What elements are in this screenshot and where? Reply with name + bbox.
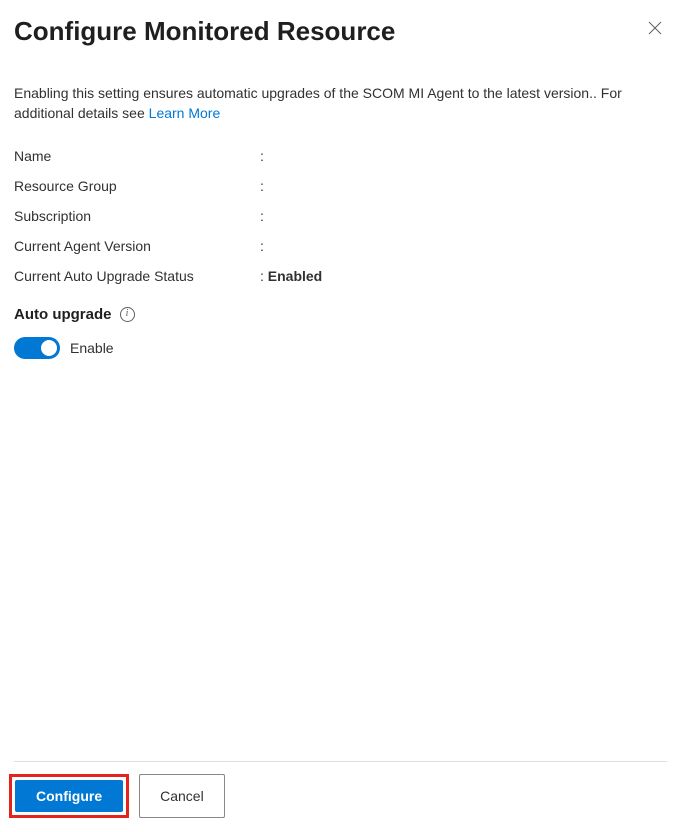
- field-label: Name: [14, 148, 260, 164]
- description-text: Enabling this setting ensures automatic …: [14, 85, 622, 121]
- field-value: :: [260, 238, 264, 254]
- field-name: Name :: [14, 148, 667, 164]
- toggle-knob: [41, 340, 57, 356]
- field-value: :: [260, 208, 264, 224]
- info-icon[interactable]: i: [120, 307, 135, 322]
- panel-description: Enabling this setting ensures automatic …: [14, 83, 667, 124]
- field-label: Current Agent Version: [14, 238, 260, 254]
- field-label: Current Auto Upgrade Status: [14, 268, 260, 284]
- auto-upgrade-section-header: Auto upgrade i: [14, 306, 667, 323]
- field-label: Resource Group: [14, 178, 260, 194]
- panel-title: Configure Monitored Resource: [14, 16, 395, 47]
- configure-monitored-resource-panel: Configure Monitored Resource Enabling th…: [0, 0, 681, 832]
- cancel-button[interactable]: Cancel: [139, 774, 225, 818]
- learn-more-link[interactable]: Learn More: [149, 105, 221, 121]
- field-subscription: Subscription :: [14, 208, 667, 224]
- auto-upgrade-toggle[interactable]: [14, 337, 60, 359]
- field-current-agent-version: Current Agent Version :: [14, 238, 667, 254]
- auto-upgrade-toggle-row: Enable: [14, 337, 667, 359]
- auto-upgrade-label: Auto upgrade: [14, 306, 112, 323]
- field-value: : Enabled: [260, 268, 322, 284]
- field-value: :: [260, 178, 264, 194]
- field-current-auto-upgrade-status: Current Auto Upgrade Status : Enabled: [14, 268, 667, 284]
- close-icon: [647, 20, 663, 39]
- panel-header: Configure Monitored Resource: [14, 16, 667, 47]
- field-resource-group: Resource Group :: [14, 178, 667, 194]
- field-label: Subscription: [14, 208, 260, 224]
- close-button[interactable]: [643, 16, 667, 43]
- field-value: :: [260, 148, 264, 164]
- configure-button[interactable]: Configure: [15, 780, 123, 812]
- resource-fields: Name : Resource Group : Subscription : C…: [14, 148, 667, 284]
- highlight-annotation: Configure: [9, 774, 129, 818]
- panel-footer: Configure Cancel: [14, 761, 667, 832]
- toggle-state-label: Enable: [70, 340, 114, 356]
